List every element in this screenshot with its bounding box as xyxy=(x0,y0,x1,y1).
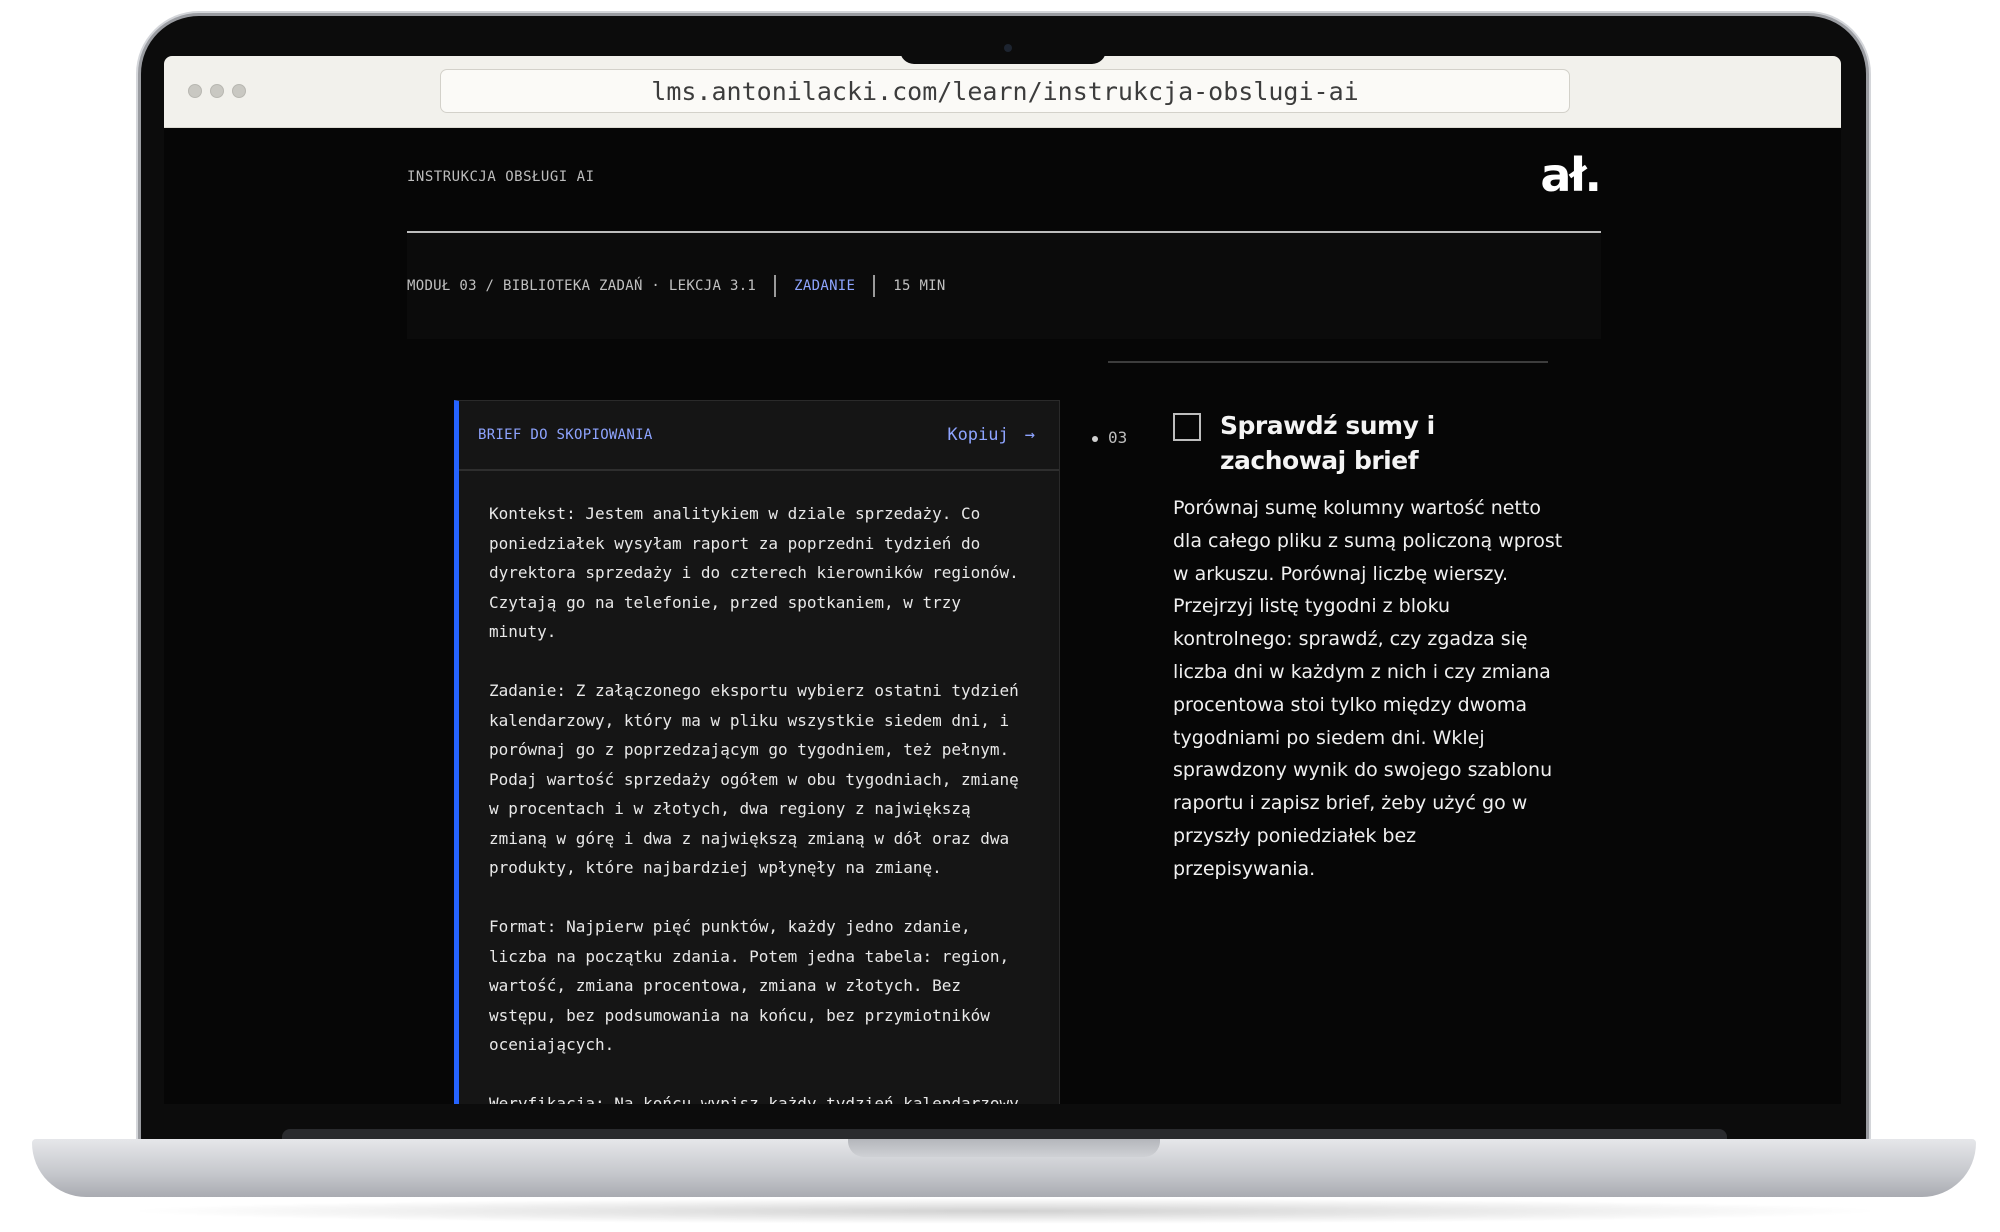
step-divider xyxy=(1108,361,1548,363)
camera-icon xyxy=(1004,44,1012,52)
lesson-page: INSTRUKCJA OBSŁUGI AI ał. MODUŁ 03 / BIB… xyxy=(164,128,1841,1104)
meta-separator xyxy=(873,275,876,297)
step-description: Porównaj sumę kolumny wartość netto dla … xyxy=(1173,497,1563,880)
brief-title: BRIEF DO SKOPIOWANIA xyxy=(478,427,653,443)
laptop-mockup: lms.antonilacki.com/learn/instrukcja-obs… xyxy=(0,0,2000,1232)
window-close-button[interactable] xyxy=(188,84,202,98)
brief-card: BRIEF DO SKOPIOWANIA Kopiuj → Kontekst: … xyxy=(454,400,1060,1104)
arrow-right-icon: → xyxy=(1024,425,1035,445)
browser-chrome: lms.antonilacki.com/learn/instrukcja-obs… xyxy=(164,56,1841,128)
window-zoom-button[interactable] xyxy=(232,84,246,98)
brief-card-header: BRIEF DO SKOPIOWANIA Kopiuj → xyxy=(459,401,1059,471)
step-panel: 03 Sprawdź sumy i zachowaj brief Porówna… xyxy=(1092,128,1562,1104)
step-number: 03 xyxy=(1092,428,1127,447)
step-complete-checkbox[interactable] xyxy=(1173,413,1201,441)
bullet-icon xyxy=(1092,435,1098,442)
laptop-screen: lms.antonilacki.com/learn/instrukcja-obs… xyxy=(164,56,1841,1104)
laptop-shadow xyxy=(120,1198,1890,1224)
laptop-base-notch xyxy=(848,1139,1160,1157)
site-label: INSTRUKCJA OBSŁUGI AI xyxy=(407,169,595,185)
meta-separator xyxy=(774,275,777,297)
lesson-type-badge: ZADANIE xyxy=(794,278,856,294)
address-bar[interactable]: lms.antonilacki.com/learn/instrukcja-obs… xyxy=(440,69,1570,113)
brief-text[interactable]: Kontekst: Jestem analitykiem w dziale sp… xyxy=(459,471,1059,1104)
lesson-duration: 15 MIN xyxy=(893,278,946,294)
window-minimize-button[interactable] xyxy=(210,84,224,98)
camera-notch xyxy=(900,44,1106,64)
breadcrumb: MODUŁ 03 / BIBLIOTEKA ZADAŃ · LEKCJA 3.1 xyxy=(407,278,757,294)
site-logo[interactable]: ał. xyxy=(1540,148,1602,202)
address-bar-url: lms.antonilacki.com/learn/instrukcja-obs… xyxy=(651,76,1359,106)
copy-button-label: Kopiuj xyxy=(947,425,1009,445)
copy-button[interactable]: Kopiuj → xyxy=(947,425,1035,445)
step-title: Sprawdź sumy i zachowaj brief xyxy=(1220,411,1435,475)
